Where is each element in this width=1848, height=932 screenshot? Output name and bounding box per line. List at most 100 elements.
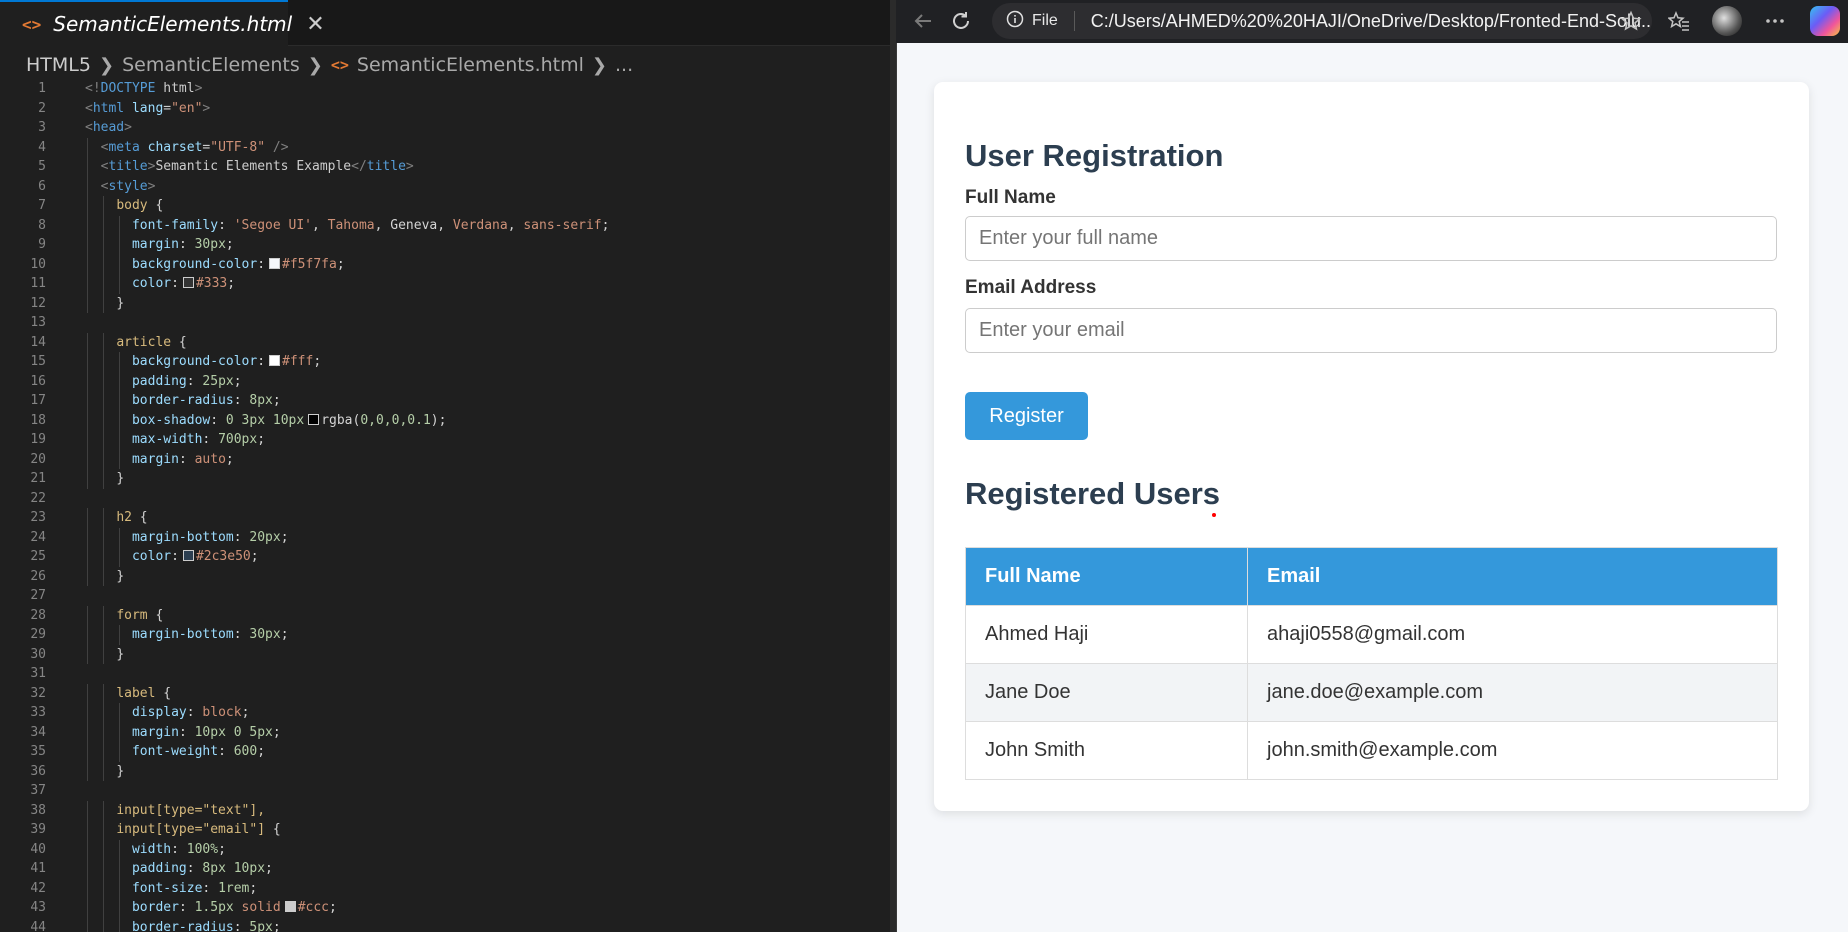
code-line: 33 display: block;	[0, 703, 890, 723]
info-icon[interactable]	[1006, 10, 1024, 32]
code-token: 0,0,0,0.1	[360, 412, 431, 428]
line-number: 15	[30, 354, 46, 369]
code-token: display	[131, 705, 187, 720]
close-tab-icon[interactable]: ✕	[306, 12, 324, 37]
line-number: 37	[30, 783, 46, 798]
editor-tab-active[interactable]: <> SemanticElements.html ✕	[0, 0, 325, 46]
full-name-input[interactable]	[965, 216, 1777, 261]
breadcrumb-file[interactable]: SemanticElements.html	[357, 54, 584, 76]
code-token: :	[233, 627, 250, 642]
address-bar[interactable]: File C:/Users/AHMED%20%20HAJI/OneDrive/D…	[992, 3, 1652, 39]
breadcrumb-folder[interactable]: HTML5	[26, 54, 91, 76]
line-content: margin: 10px 0 5px;	[85, 723, 281, 743]
code-token: {	[265, 822, 281, 837]
color-swatch[interactable]	[308, 413, 320, 425]
code-line: 34 margin: 10px 0 5px;	[0, 722, 890, 743]
code-token: Verdana	[452, 217, 508, 233]
line-number: 35	[30, 744, 46, 759]
register-button[interactable]: Register	[965, 392, 1088, 440]
code-token: padding	[131, 373, 187, 389]
line-number: 30	[30, 646, 46, 662]
back-icon[interactable]	[908, 6, 938, 36]
code-token: border-radius	[131, 393, 234, 408]
code-token: charset	[147, 139, 203, 155]
email-label: Email Address	[965, 277, 1097, 298]
code-token: 5px	[249, 919, 273, 932]
code-token: }	[116, 471, 125, 486]
breadcrumb-more[interactable]: ...	[615, 54, 633, 76]
line-content: }	[85, 645, 124, 665]
chevron-right-icon: ❯	[307, 54, 323, 76]
line-content: font-weight: 600;	[85, 742, 265, 762]
code-area[interactable]: 1 <!DOCTYPE html> 2 <html lang="en"> 3 <head>…	[0, 79, 890, 932]
line-number: 17	[30, 393, 46, 408]
code-token: margin-bottom	[131, 529, 234, 545]
line-number: 29	[30, 627, 46, 642]
code-token: >	[124, 120, 132, 135]
code-line: 29 margin-bottom: 30px;	[0, 625, 890, 645]
line-content: }	[85, 567, 124, 587]
code-token: border	[131, 900, 179, 915]
users-table: Full Name Email Ahmed Haji ahaji0558@gma…	[965, 547, 1778, 780]
line-content: <head>	[85, 118, 132, 138]
code-line: 10 background-color: #f5f7fa;	[0, 254, 890, 274]
code-line: 3 <head>	[0, 118, 890, 138]
color-swatch[interactable]	[182, 550, 194, 561]
code-token: solid	[233, 900, 281, 915]
line-content: margin: auto;	[85, 450, 234, 470]
favorite-star-icon[interactable]	[1616, 6, 1646, 36]
copilot-icon[interactable]	[1810, 6, 1840, 36]
code-token: :	[210, 412, 226, 428]
profile-avatar[interactable]	[1712, 6, 1742, 36]
code-token: Tahoma	[327, 217, 375, 233]
reload-icon[interactable]	[946, 6, 976, 36]
code-line: 38 input[type="text"],	[0, 800, 890, 820]
line-number: 24	[30, 529, 46, 545]
line-number: 23	[30, 510, 46, 525]
code-token: input[type="email"]	[116, 822, 266, 837]
line-content: <html lang="en">	[85, 99, 210, 119]
code-token: margin	[131, 451, 179, 467]
color-swatch[interactable]	[269, 355, 281, 366]
code-line: 12 }	[0, 293, 890, 313]
code-editor[interactable]: <> SemanticElements.html ✕ HTML5 ❯ Seman…	[0, 0, 890, 932]
line-number: 44	[30, 919, 46, 932]
favorites-icon[interactable]	[1664, 6, 1694, 36]
code-line: 22	[0, 489, 890, 509]
url-text[interactable]: C:/Users/AHMED%20%20HAJI/OneDrive/Deskto…	[1091, 11, 1651, 32]
code-token: ;	[233, 373, 242, 389]
code-token: block	[202, 705, 242, 720]
breadcrumb-subfolder[interactable]: SemanticElements	[122, 54, 300, 76]
code-line: 32 label {	[0, 683, 890, 703]
code-token: #fff	[282, 354, 314, 369]
code-token: ;	[280, 529, 289, 545]
email-input[interactable]	[965, 308, 1777, 353]
code-line: 35 font-weight: 600;	[0, 742, 890, 762]
color-swatch[interactable]	[269, 257, 281, 269]
color-swatch[interactable]	[182, 277, 194, 288]
registered-users-heading: Registered Users	[965, 476, 1221, 511]
code-token: ,	[507, 217, 524, 233]
code-token: :	[178, 900, 195, 915]
line-number: 22	[30, 490, 46, 506]
line-number: 19	[30, 432, 46, 447]
more-icon[interactable]	[1760, 6, 1790, 36]
color-swatch[interactable]	[284, 901, 296, 912]
line-number: 31	[30, 666, 46, 681]
line-content: <title>Semantic Elements Example</title>	[85, 157, 414, 177]
code-line: 28 form {	[0, 605, 890, 625]
code-token: {	[131, 510, 148, 525]
